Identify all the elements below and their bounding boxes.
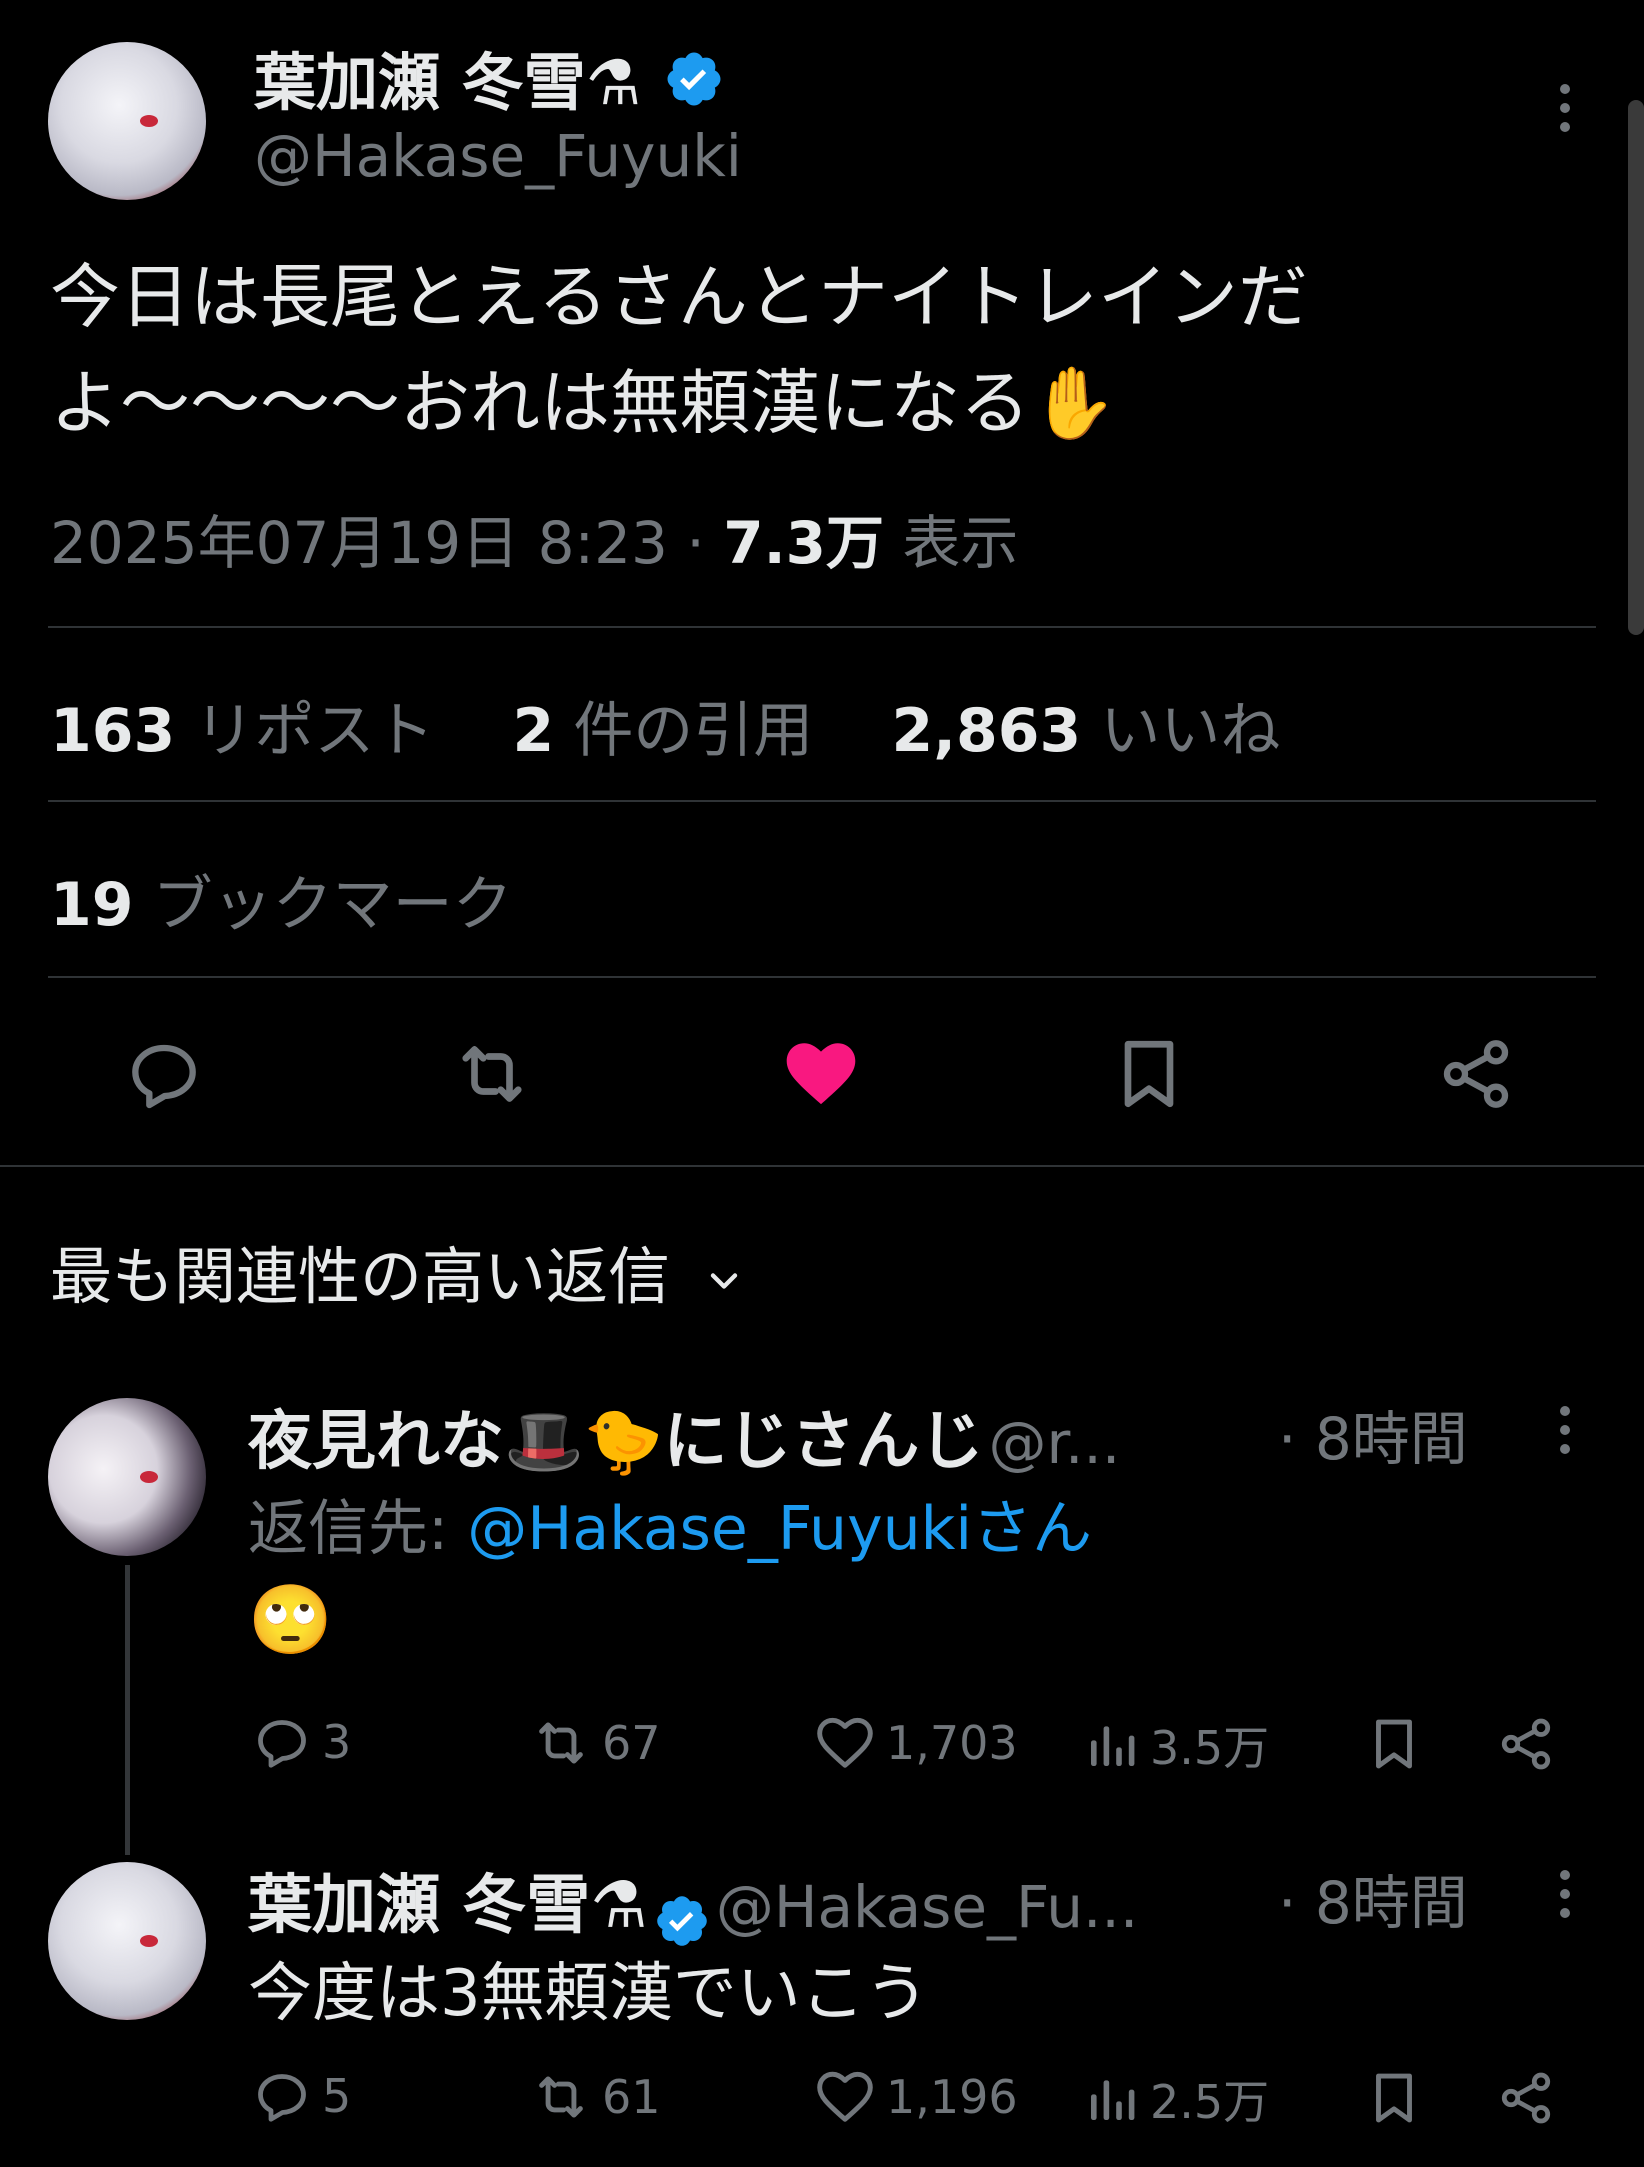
reply-to-link[interactable]: @Hakase_Fuyukiさん	[467, 1494, 1092, 1564]
tweet-meta: 2025年07月19日 8:23 · 7.3万 表示	[50, 496, 1018, 580]
views-count: 2.5万	[1150, 2075, 1270, 2129]
reposts-stat[interactable]: 163 リポスト	[50, 696, 434, 766]
share-button[interactable]	[1494, 2066, 1558, 2130]
avatar[interactable]	[48, 1862, 206, 2020]
reply-author-name[interactable]: 夜見れな🎩🐤にじさんじ	[248, 1405, 983, 1479]
replies-sort-dropdown[interactable]: 最も関連性の高い返信	[50, 1226, 746, 1316]
quotes-label: 件の引用	[573, 696, 814, 766]
views-button[interactable]: 3.5万	[1084, 1712, 1269, 1778]
bookmark-button[interactable]	[1362, 2066, 1426, 2130]
share-button[interactable]	[1494, 1712, 1558, 1776]
replies-sort-label: 最も関連性の高い返信	[50, 1240, 671, 1313]
chevron-down-icon	[710, 1273, 737, 1289]
reply-time[interactable]: · 8時間	[1278, 1856, 1468, 1940]
tweet-text: 今日は長尾とえるさんとナイトレインだよ〜〜〜〜おれは無頼漢になる✋	[50, 256, 1308, 444]
reply-header: 葉加瀬 冬雪⚗ @Hakase_Fu...	[248, 1854, 1138, 1954]
reposts-count: 163	[50, 696, 176, 766]
bookmark-icon	[1376, 2073, 1412, 2123]
heart-icon	[817, 1717, 873, 1768]
like-button[interactable]	[777, 1030, 865, 1118]
reply-button[interactable]: 5	[252, 2066, 351, 2126]
views-count: 7.3万	[723, 509, 884, 577]
repost-button[interactable]: 61	[530, 2066, 661, 2128]
scrollbar[interactable]	[1628, 100, 1644, 635]
like-count: 1,703	[886, 1716, 1018, 1770]
reply-count: 3	[322, 1715, 352, 1769]
reposts-label: リポスト	[194, 696, 435, 766]
reply-button[interactable]: 3	[252, 1712, 351, 1772]
divider	[48, 800, 1596, 802]
views-button[interactable]: 2.5万	[1084, 2066, 1269, 2132]
bookmarks-label: ブックマーク	[152, 870, 513, 940]
quotes-stat[interactable]: 2 件の引用	[512, 696, 813, 766]
like-button[interactable]: 1,196	[814, 2066, 1018, 2128]
like-count: 1,196	[886, 2070, 1018, 2124]
bookmarks-count: 19	[50, 870, 134, 940]
more-dots-icon[interactable]	[1559, 1406, 1571, 1463]
bookmark-icon	[1124, 1040, 1174, 1108]
verified-badge-icon	[663, 48, 725, 125]
reply-icon	[258, 1720, 306, 1768]
views-icon	[1091, 2080, 1135, 2120]
quotes-count: 2	[512, 696, 555, 766]
reply-author-handle[interactable]: @Hakase_Fu...	[716, 1873, 1138, 1941]
divider	[48, 976, 1596, 978]
reply-time[interactable]: · 8時間	[1278, 1392, 1468, 1476]
reply-text: 🙄	[248, 1581, 333, 1660]
reply-to-line: 返信先: @Hakase_Fuyukiさん	[248, 1480, 1092, 1567]
likes-label: いいね	[1100, 696, 1281, 766]
heart-icon	[786, 1043, 856, 1105]
share-icon	[1501, 2072, 1551, 2124]
avatar[interactable]	[48, 42, 206, 200]
reply-icon	[258, 2074, 306, 2122]
tweet-date[interactable]: 2025年07月19日 8:23	[50, 509, 668, 577]
reply-count: 5	[322, 2069, 352, 2123]
bookmark-icon	[1376, 1719, 1412, 1769]
divider	[48, 626, 1596, 628]
bookmarks-stat[interactable]: 19 ブックマーク	[50, 856, 513, 943]
like-button[interactable]: 1,703	[814, 1712, 1018, 1774]
repost-button[interactable]: 67	[530, 1712, 661, 1774]
repost-icon	[539, 2076, 583, 2118]
repost-count: 61	[602, 2070, 661, 2124]
author-handle[interactable]: @Hakase_Fuyuki	[254, 122, 742, 190]
author-name[interactable]: 葉加瀬 冬雪⚗	[254, 46, 641, 119]
repost-icon	[539, 1722, 583, 1764]
views-count: 3.5万	[1150, 1721, 1270, 1775]
repost-icon	[462, 1046, 522, 1102]
avatar[interactable]	[48, 1398, 206, 1556]
thread-line	[125, 1565, 130, 1855]
stats-row: 163 リポスト 2 件の引用 2,863 いいね	[50, 682, 1280, 769]
reply-text: 今度は3無頼漢でいこう	[248, 1957, 929, 2031]
share-icon	[1501, 1718, 1551, 1770]
repost-count: 67	[602, 1716, 661, 1770]
section-divider	[0, 1165, 1644, 1167]
bookmark-button[interactable]	[1362, 1712, 1426, 1776]
reply-author-name[interactable]: 葉加瀬 冬雪⚗	[248, 1869, 648, 1943]
bookmark-button[interactable]	[1105, 1030, 1193, 1118]
repost-button[interactable]	[448, 1030, 536, 1118]
views-icon	[1091, 1726, 1135, 1766]
reply-button[interactable]	[120, 1030, 208, 1118]
likes-stat[interactable]: 2,863 いいね	[891, 696, 1280, 766]
share-button[interactable]	[1432, 1030, 1520, 1118]
heart-icon	[817, 2071, 873, 2122]
more-dots-icon[interactable]	[1559, 1870, 1571, 1927]
meta-separator: ·	[686, 509, 705, 577]
tweet-detail-page: 葉加瀬 冬雪⚗ @Hakase_Fuyuki 今日は長尾とえるさんとナイトレイン…	[0, 0, 1644, 2167]
reply-to-prefix: 返信先:	[248, 1494, 468, 1564]
likes-count: 2,863	[891, 696, 1082, 766]
views-label: 表示	[902, 509, 1019, 577]
reply-header: 夜見れな🎩🐤にじさんじ @r...	[248, 1390, 1120, 1482]
more-dots-icon[interactable]	[1559, 84, 1571, 141]
reply-author-handle[interactable]: @r...	[988, 1409, 1120, 1477]
share-icon	[1443, 1040, 1509, 1108]
reply-icon	[132, 1044, 196, 1109]
author-name-row[interactable]: 葉加瀬 冬雪⚗	[254, 32, 725, 125]
